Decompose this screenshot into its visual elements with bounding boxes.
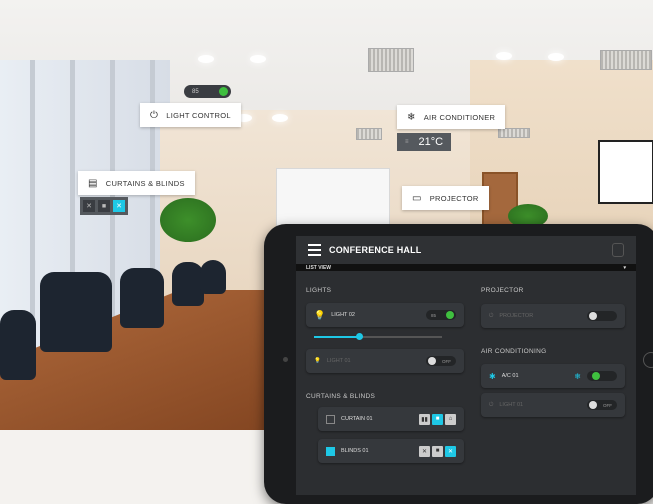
curtain-01-card[interactable]: CURTAIN 01 ▮▮ ■ ⌂ [318,407,464,431]
pause-curtain-button[interactable]: ■ [98,200,110,212]
power-icon: ⏻ [489,312,494,319]
app-header: CONFERENCE HALL [296,236,636,264]
section-curtains-title: CURTAINS & BLINDS [306,393,376,400]
temperature-readout[interactable]: ≡ 21°C [397,133,452,151]
slider-knob[interactable] [355,333,363,340]
stop-button[interactable]: ✕ [419,445,430,457]
power-icon: ⏻ [150,109,159,121]
light-02-toggle[interactable]: 85 [426,310,456,320]
light-01-card[interactable]: 💡 LIGHT 01 OFF [306,349,464,373]
ac-01-card[interactable]: ✱ A/C 01 ❄ [481,364,625,388]
tablet-home-button [283,357,288,362]
close-button[interactable]: ⌂ [445,413,456,425]
on-indicator [219,87,228,96]
bulb-icon: 💡 [314,358,321,364]
curtains-tag[interactable]: ▤ CURTAINS & BLINDS [78,171,195,195]
menu-icon[interactable] [308,244,321,256]
lock-icon[interactable] [612,243,624,257]
projector-toggle[interactable] [587,311,617,321]
view-bar[interactable]: LIST VIEW ▾ [296,264,636,271]
blinds-01-checkbox[interactable] [326,446,335,456]
app-title: CONFERENCE HALL [329,245,422,255]
projector-card[interactable]: ⏻ PROJECTOR [481,304,625,328]
light-02-card[interactable]: 💡 LIGHT 02 85 [306,303,464,327]
tablet-camera [643,352,653,368]
pause-button[interactable]: ■ [432,445,443,457]
projector-tag[interactable]: ▭ PROJECTOR [402,186,489,210]
power-icon: ⏻ [489,401,494,408]
curtain-01-checkbox[interactable] [326,414,335,424]
air-conditioner-tag[interactable]: ❄ AIR CONDITIONER [397,105,506,129]
light-control-tag[interactable]: ⏻ LIGHT CONTROL [140,103,241,127]
projection-screen [276,168,390,232]
open-curtain-button[interactable]: ✕ [113,200,125,212]
snowflake-icon: ✱ [489,371,496,381]
chevron-down-icon: ▾ [623,264,626,271]
open-button[interactable]: ■ [432,413,443,425]
cool-mode-icon[interactable]: ❄ [574,372,581,381]
curtain-controls: ✕ ■ ✕ [80,197,128,215]
light-02-dimmer[interactable] [314,333,442,340]
curtain-01-buttons: ▮▮ ■ ⌂ [419,413,456,425]
bulb-icon: 💡 [314,309,326,320]
close-curtain-button[interactable]: ✕ [83,200,95,212]
section-projector-title: PROJECTOR [481,287,524,294]
thermometer-icon: ≡ [405,139,409,145]
light-01-toggle[interactable]: OFF [426,356,456,366]
stop-button[interactable]: ▮▮ [419,413,430,425]
blinds-icon: ▤ [88,177,98,189]
light-level-pill[interactable]: 85 [184,85,231,98]
blinds-01-buttons: ✕ ■ ✕ [419,445,456,457]
plant [160,198,216,242]
blinds-01-card[interactable]: BLINDS 01 ✕ ■ ✕ [318,439,464,463]
wall-frame [598,140,653,204]
open-button[interactable]: ✕ [445,445,456,457]
monitor-icon: ▭ [412,192,422,204]
section-lights-title: LIGHTS [306,287,332,294]
section-ac-title: AIR CONDITIONING [481,348,547,355]
snowflake-icon: ❄ [407,111,416,123]
chair [40,272,112,352]
ac-light-01-toggle[interactable]: OFF [587,400,617,410]
ac-light-01-card[interactable]: ⏻ LIGHT 01 OFF [481,393,625,417]
ac-01-toggle[interactable] [587,371,617,381]
tablet-app-screen: CONFERENCE HALL LIST VIEW ▾ LIGHTS PROJEC… [296,236,636,495]
